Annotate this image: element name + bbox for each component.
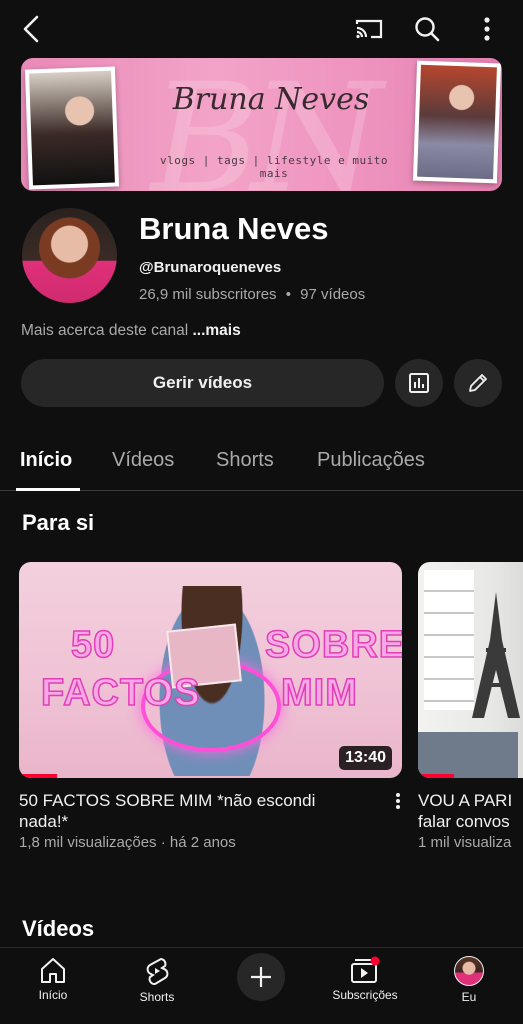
watch-progress-bar	[418, 774, 454, 778]
banner-title: Bruna Neves	[172, 82, 370, 117]
thumb-text: MIM	[280, 671, 358, 715]
nav-subscriptions[interactable]: Subscrições	[320, 956, 410, 1002]
tab-shorts[interactable]: Shorts	[216, 449, 274, 472]
channel-name: Bruna Neves	[139, 211, 329, 246]
banner-photo-right	[412, 60, 502, 184]
video-thumbnail[interactable]: 50 FACTOS SOBRE MIM 13:40	[19, 562, 402, 778]
about-more[interactable]: ...mais	[192, 322, 240, 339]
create-plus-icon	[251, 967, 271, 987]
channel-tabs: Início Vídeos Shorts Publicações	[0, 436, 523, 491]
subscriber-count: 26,9 mil subscritores	[139, 286, 277, 303]
thumb-text: 50	[70, 623, 116, 667]
nav-home[interactable]: Início	[8, 956, 98, 1002]
video-meta: 1,8 mil visualizações · há 2 anos	[19, 834, 236, 851]
tab-videos[interactable]: Vídeos	[112, 449, 174, 472]
manage-videos-button[interactable]: Gerir vídeos	[21, 359, 384, 407]
banner-tagline: vlogs | tags | lifestyle e muito mais	[160, 154, 388, 180]
watch-progress-bar	[19, 774, 57, 778]
analytics-button[interactable]	[395, 359, 443, 407]
nav-you-label: Eu	[461, 990, 477, 1004]
eiffel-tower-graphic	[472, 592, 520, 718]
stats-separator: •	[285, 286, 291, 303]
thumb-text: FACTOS	[40, 671, 201, 715]
video-duration: 13:40	[339, 746, 392, 770]
video-meta: 1 mil visualiza	[418, 834, 512, 851]
nav-you[interactable]: Eu	[424, 956, 514, 1004]
pencil-icon	[469, 374, 487, 392]
nav-subscriptions-label: Subscrições	[332, 988, 398, 1002]
tab-publicacoes[interactable]: Publicações	[317, 449, 425, 472]
bottom-navigation: Início Shorts Subscrições Eu	[0, 947, 523, 1024]
back-arrow-icon[interactable]	[14, 12, 48, 46]
channel-avatar[interactable]	[22, 208, 117, 303]
top-bar	[0, 0, 523, 58]
video-thumbnail[interactable]	[418, 562, 523, 778]
video-title[interactable]: VOU A PARI falar convos	[418, 790, 523, 832]
active-tab-indicator	[16, 488, 80, 491]
nav-home-label: Início	[38, 988, 68, 1002]
cast-icon[interactable]	[352, 12, 386, 46]
search-icon[interactable]	[410, 12, 444, 46]
channel-handle: @Brunaroqueneves	[139, 259, 282, 276]
home-icon	[41, 958, 65, 983]
about-channel-link[interactable]: Mais acerca deste canal ...mais	[21, 322, 241, 340]
about-text: Mais acerca deste canal	[21, 322, 189, 339]
section-title-for-you: Para si	[22, 510, 95, 535]
analytics-icon	[409, 373, 429, 393]
banner-photo-left	[24, 66, 120, 190]
avatar	[454, 956, 484, 986]
section-title-videos: Vídeos	[22, 916, 95, 941]
create-button[interactable]	[237, 953, 285, 1001]
subscriptions-icon	[351, 956, 380, 983]
thumb-text: SOBRE	[264, 623, 402, 667]
nav-shorts-label: Shorts	[139, 990, 175, 1004]
more-vert-icon[interactable]	[470, 12, 504, 46]
video-count: 97 vídeos	[300, 286, 366, 303]
edit-channel-button[interactable]	[454, 359, 502, 407]
shorts-icon	[146, 957, 169, 985]
channel-stats: 26,9 mil subscritores • 97 vídeos	[139, 286, 365, 303]
nav-shorts[interactable]: Shorts	[112, 956, 202, 1004]
channel-banner: BN Bruna Neves vlogs | tags | lifestyle …	[21, 58, 502, 191]
video-card[interactable]: VOU A PARI falar convos 1 mil visualiza	[418, 562, 523, 851]
video-menu-icon[interactable]	[395, 792, 401, 815]
video-card[interactable]: 50 FACTOS SOBRE MIM 13:40 50 FACTOS SOBR…	[19, 562, 402, 851]
video-title[interactable]: 50 FACTOS SOBRE MIM *não escondi nada!*	[19, 790, 364, 832]
tab-inicio[interactable]: Início	[20, 449, 72, 472]
